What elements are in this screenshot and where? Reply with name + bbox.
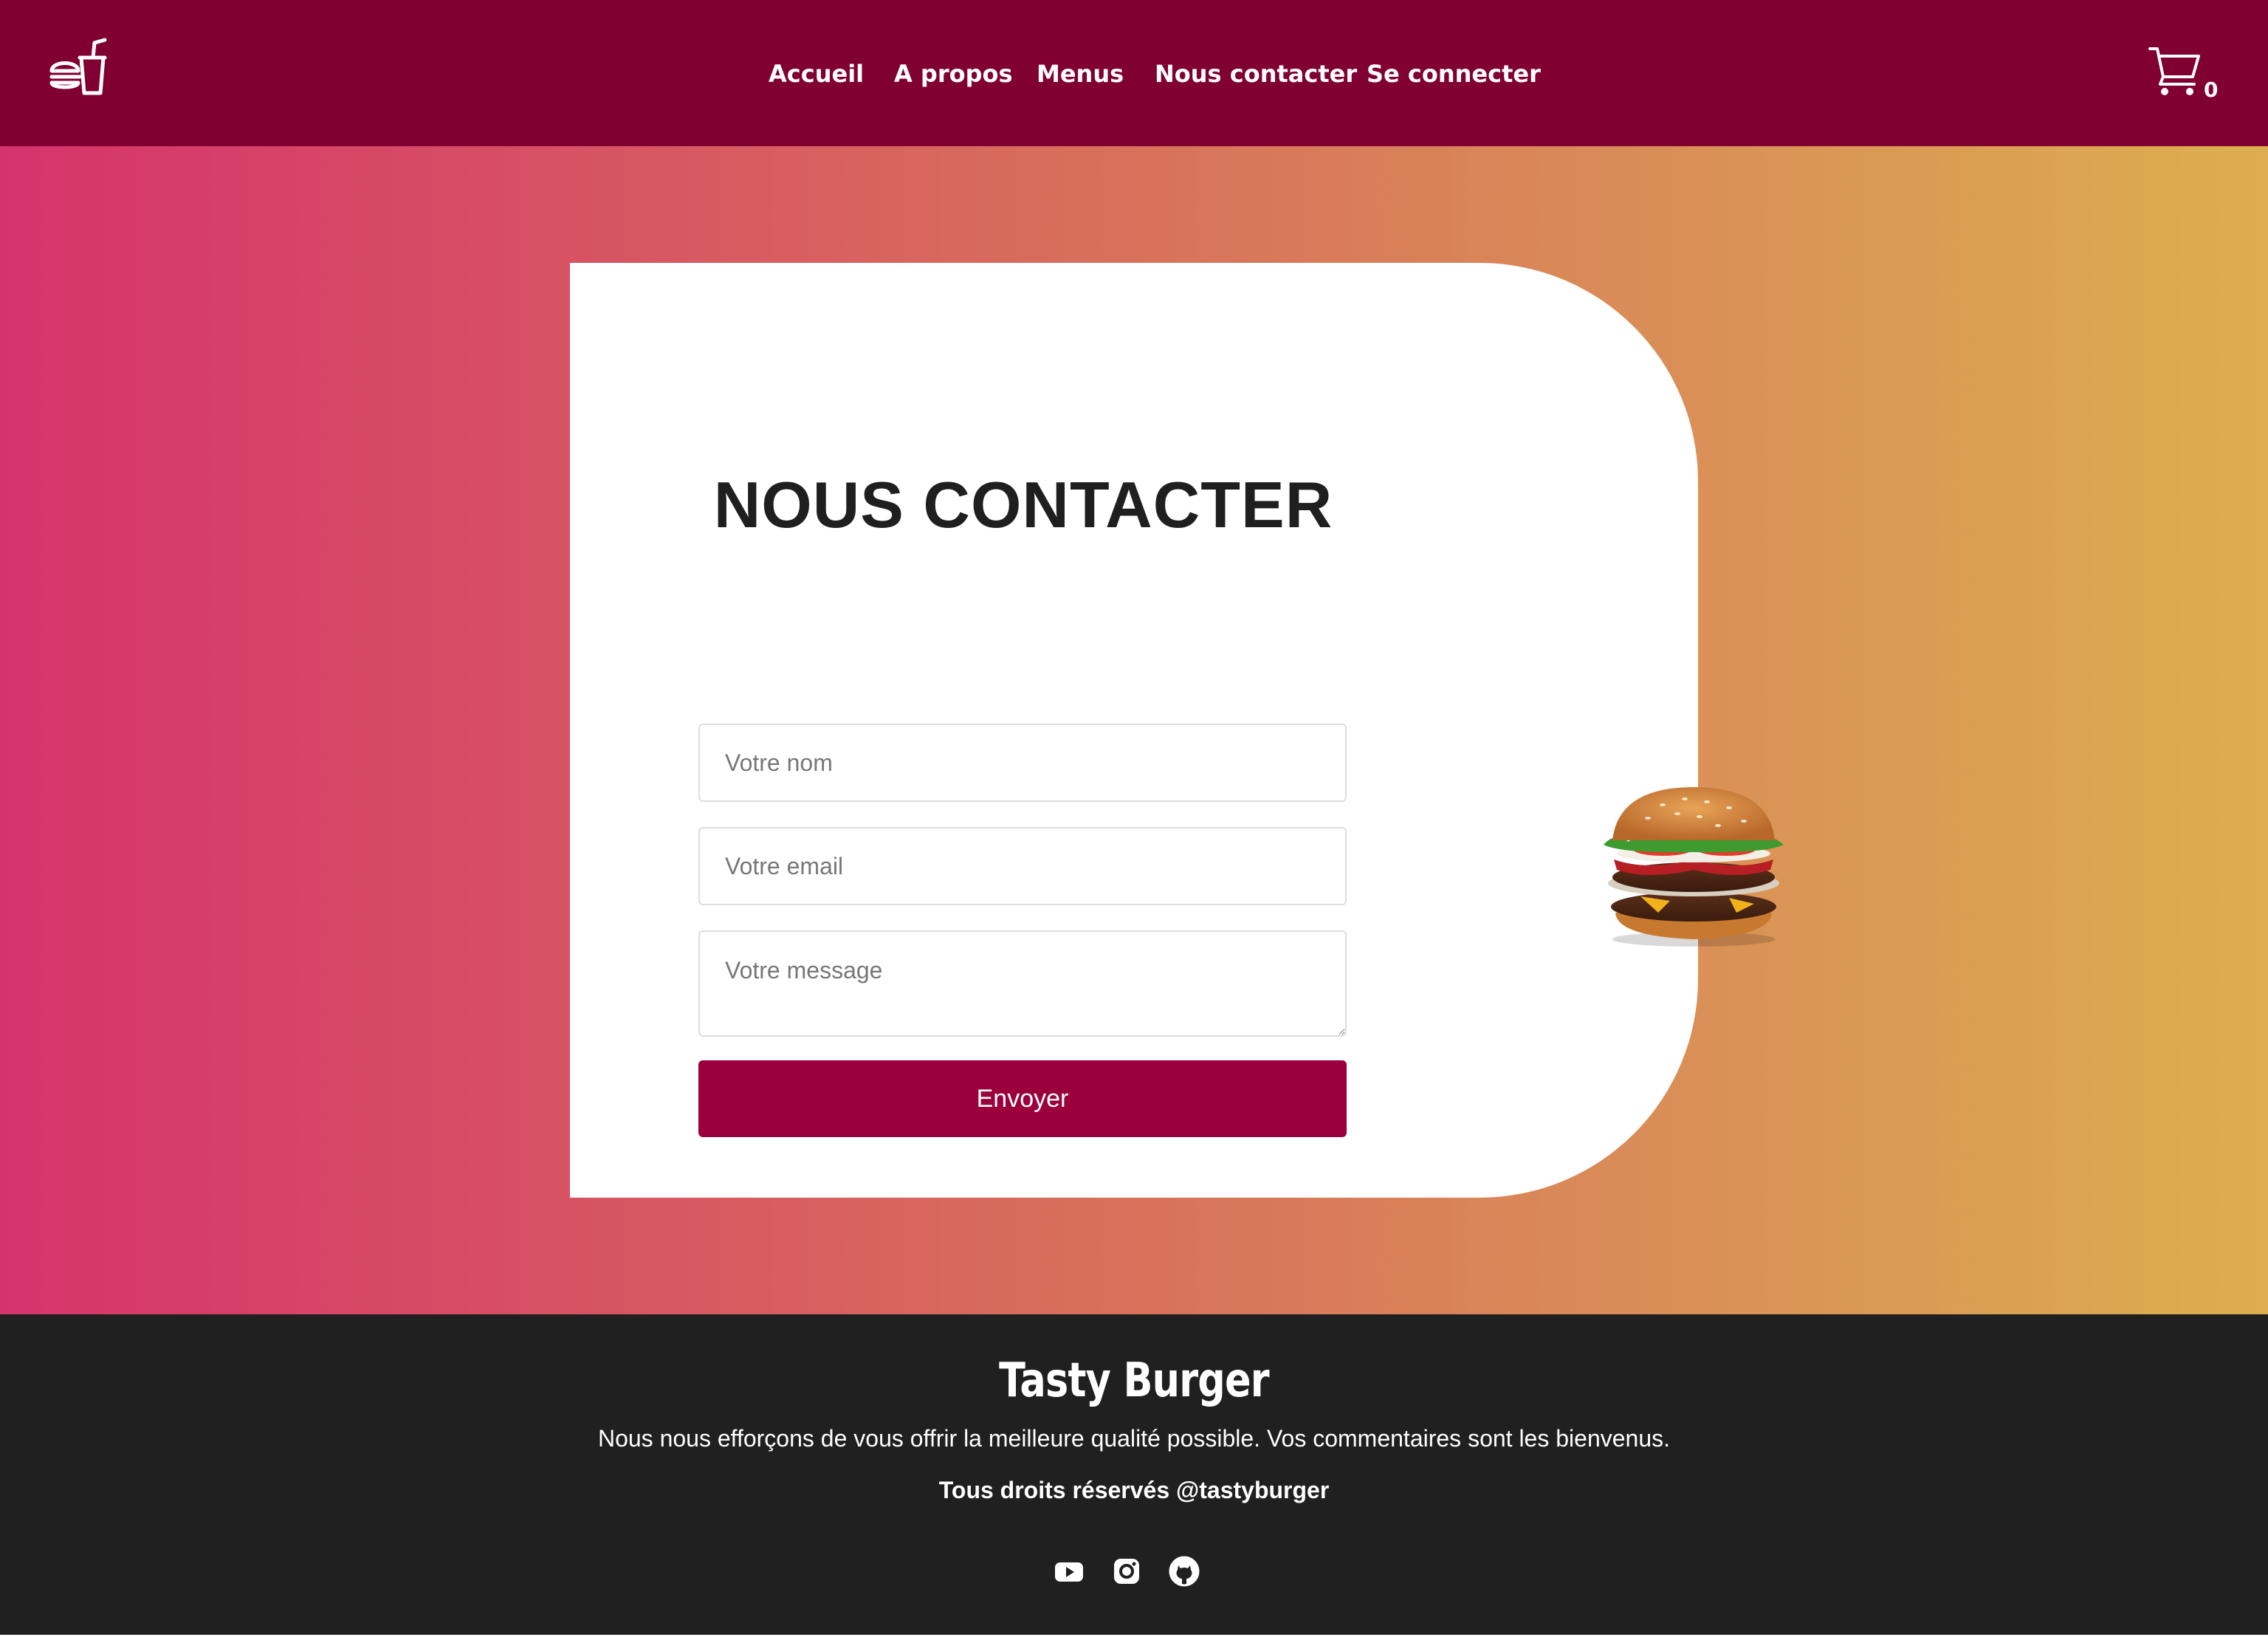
footer-tagline: Nous nous efforçons de vous offrir la me… (597, 1425, 1671, 1452)
hero-section: NOUS CONTACTER Envoyer (0, 146, 2268, 1314)
footer-brand: Tasty Burger (999, 1353, 1270, 1408)
burger-image (1604, 787, 1784, 947)
header: Accueil A propos Menus Nous contacter Se… (0, 0, 2268, 146)
youtube-icon[interactable] (1053, 1555, 1085, 1588)
cart-count-badge: 0 (2204, 78, 2219, 102)
nav-menus[interactable]: Menus (1037, 58, 1124, 90)
instagram-icon[interactable] (1110, 1555, 1143, 1588)
nav-se-connecter[interactable]: Se connecter (1367, 58, 1541, 90)
contact-card: NOUS CONTACTER Envoyer (570, 263, 1698, 1198)
page-title: NOUS CONTACTER (713, 468, 1333, 541)
nav-nous-contacter[interactable]: Nous contacter (1155, 58, 1357, 90)
main-nav: Accueil A propos Menus Nous contacter Se… (0, 0, 2268, 146)
footer: Tasty Burger Nous nous efforçons de vous… (0, 1314, 2268, 1637)
footer-rights: Tous droits réservés @tastyburger (938, 1477, 1330, 1503)
nav-accueil[interactable]: Accueil (769, 58, 864, 90)
nav-a-propos[interactable]: A propos (894, 58, 1013, 90)
send-button[interactable]: Envoyer (698, 1060, 1347, 1137)
email-field[interactable] (698, 827, 1347, 905)
message-field[interactable] (698, 930, 1347, 1037)
name-field[interactable] (698, 724, 1347, 802)
cart-icon[interactable] (2147, 44, 2203, 97)
github-icon[interactable] (1168, 1555, 1200, 1588)
